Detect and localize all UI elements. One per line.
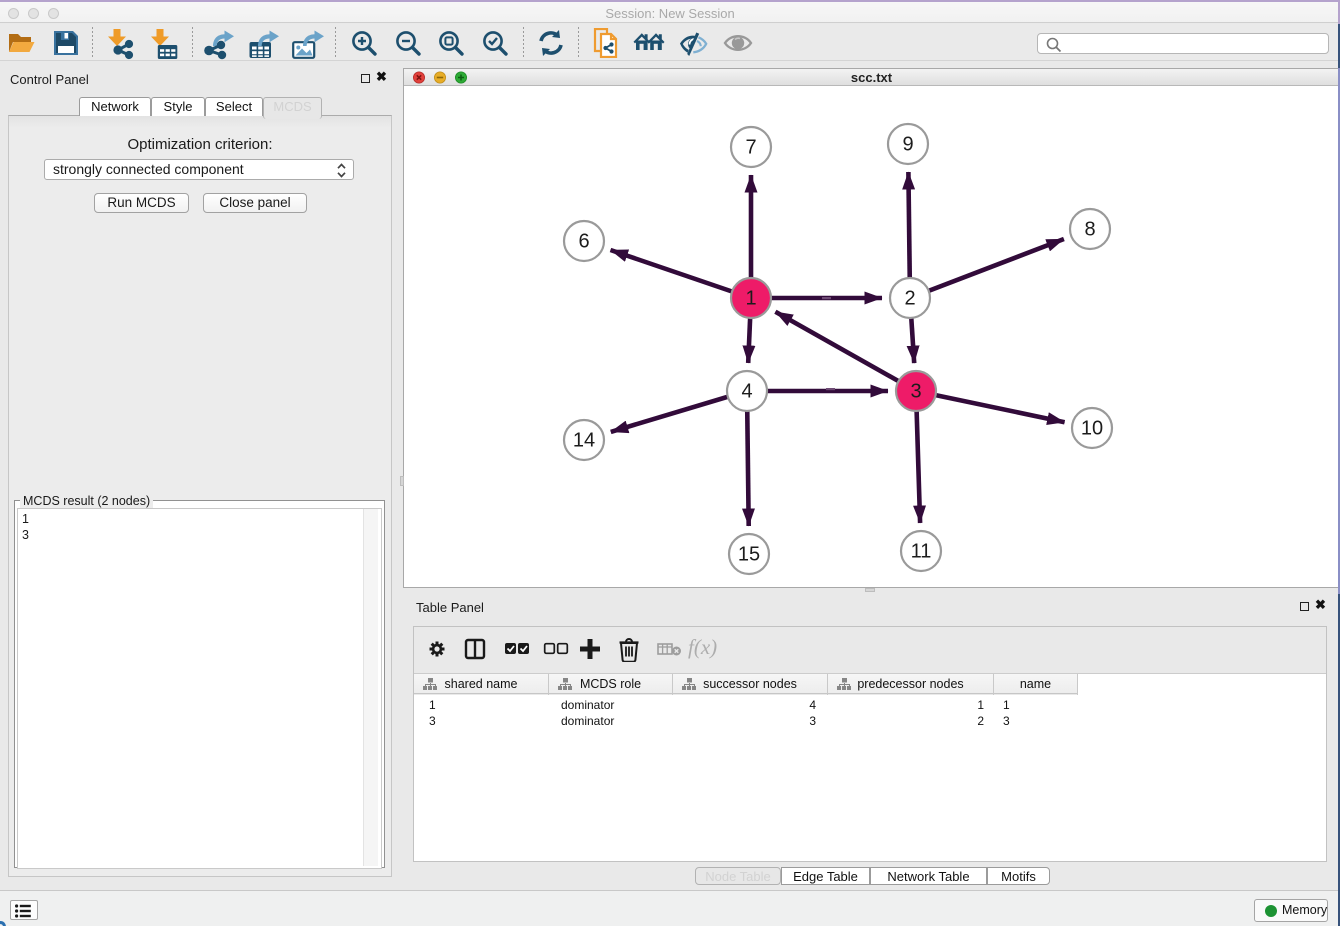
svg-text:10: 10 xyxy=(1081,418,1103,440)
svg-text:15: 15 xyxy=(738,544,760,566)
svg-text:11: 11 xyxy=(911,541,932,563)
svg-text:9: 9 xyxy=(902,134,913,156)
svg-text:6: 6 xyxy=(578,231,589,253)
svg-text:7: 7 xyxy=(745,137,756,159)
svg-text:2: 2 xyxy=(904,288,915,310)
svg-text:8: 8 xyxy=(1084,219,1095,241)
svg-text:14: 14 xyxy=(573,430,595,452)
svg-text:3: 3 xyxy=(910,381,921,403)
svg-text:1: 1 xyxy=(745,288,756,310)
svg-text:4: 4 xyxy=(741,381,752,403)
